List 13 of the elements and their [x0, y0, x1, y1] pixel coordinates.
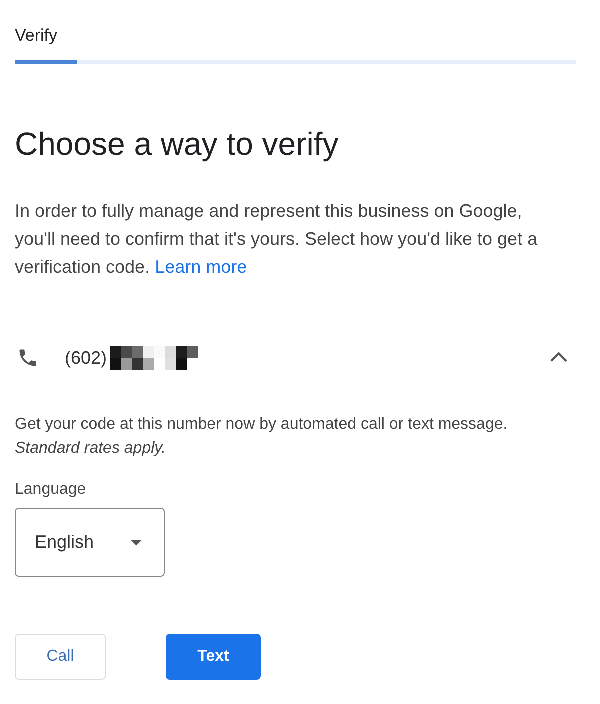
text-button[interactable]: Text [166, 634, 261, 680]
call-button[interactable]: Call [15, 634, 106, 680]
language-dropdown[interactable]: English [15, 508, 165, 577]
language-label: Language [15, 481, 88, 499]
dropdown-arrow-icon [131, 540, 142, 546]
header-title: Verify [15, 26, 59, 46]
phone-number: (602) [65, 348, 108, 368]
intro-text: In order to fully manage and represent this business on Google, you'll need to confirm that it's yours. Select how you'd like to get a verification code. Learn more [15, 200, 539, 279]
learn-more-link[interactable]: Learn more [155, 257, 248, 277]
page-heading: Choose a way to verify [15, 126, 340, 163]
instruction-text: Get your code at this number now by automated call or text message. [15, 415, 509, 435]
rates-note: Standard rates apply. [15, 439, 167, 459]
phone-icon [17, 347, 39, 369]
